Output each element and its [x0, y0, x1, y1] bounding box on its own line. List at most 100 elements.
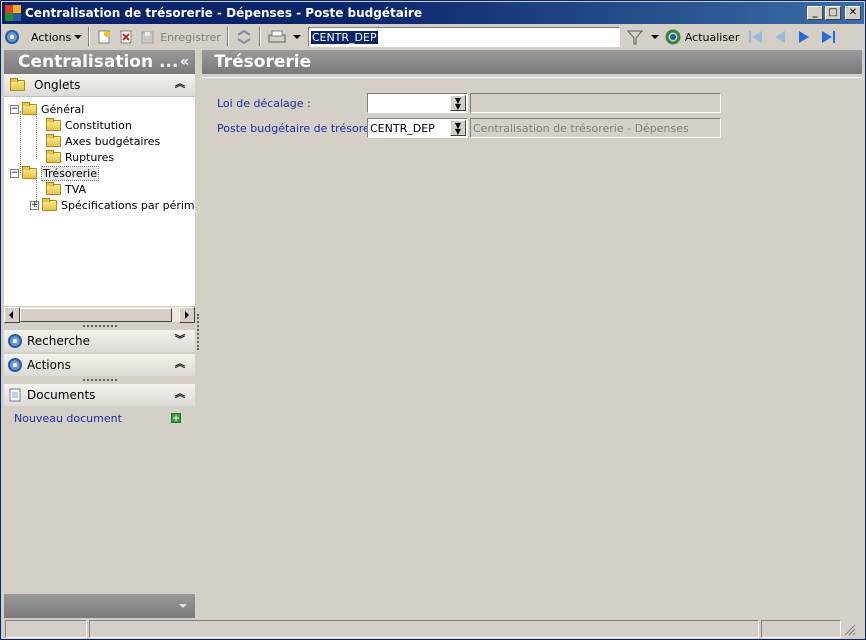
resize-grip[interactable] — [841, 619, 859, 637]
actions-menu-label: Actions — [31, 30, 72, 44]
add-document-icon[interactable]: + — [171, 413, 181, 424]
tree-horizontal-scrollbar[interactable] — [4, 306, 195, 323]
onglets-label: Onglets — [34, 78, 81, 92]
print-button[interactable] — [264, 26, 304, 48]
status-cell — [5, 620, 87, 638]
open-folder-icon — [22, 165, 37, 179]
tree-node-axes-budgetaires[interactable]: Axes budgétaires — [46, 133, 160, 149]
document-icon — [9, 388, 21, 402]
poste-budgetaire-label: Poste budgétaire de trésorerie : — [217, 121, 392, 135]
scroll-thumb[interactable] — [20, 307, 172, 322]
tree-node-label: Général — [41, 102, 85, 116]
collapse-panel-button[interactable]: « — [180, 54, 189, 70]
splitter-grip[interactable] — [4, 322, 195, 330]
app-logo-icon — [5, 5, 21, 21]
tree-node-label: Trésorerie — [41, 165, 100, 181]
documents-section-header[interactable]: Documents ︽ — [4, 384, 195, 406]
delete-button[interactable] — [115, 26, 137, 48]
poste-budgetaire-description-text: Centralisation de trésorerie - Dépenses — [473, 121, 689, 135]
resize-grip-icon — [844, 624, 856, 636]
search-input[interactable]: CENTR_DEP — [307, 27, 620, 47]
folder-icon — [22, 101, 37, 115]
splitter-grip[interactable] — [4, 376, 195, 384]
refresh-label: Actualiser — [684, 30, 740, 44]
folder-icon — [46, 149, 61, 163]
loi-decalage-row: Loi de décalage : ▼ ▼ — [217, 93, 721, 113]
save-button[interactable]: Enregistrer — [137, 26, 224, 48]
chevron-double-down-icon: ▼ ▼ — [454, 121, 462, 136]
left-panel-title: Centralisation ... — [18, 52, 179, 72]
tree-node-specifications[interactable]: + Spécifications par périmètre — [30, 197, 195, 213]
expand-node-icon[interactable]: + — [30, 200, 39, 210]
scroll-left-button[interactable] — [4, 306, 20, 323]
left-panel-header: Centralisation ... « — [4, 50, 195, 74]
poste-budgetaire-description: Centralisation de trésorerie - Dépenses — [470, 118, 721, 138]
next-record-button[interactable] — [792, 26, 816, 48]
collapse-node-icon[interactable]: − — [10, 104, 19, 114]
left-panel-footer — [4, 594, 195, 618]
last-icon — [822, 31, 836, 43]
actions-panel-icon — [8, 358, 22, 372]
nav-circle-button[interactable] — [2, 26, 22, 48]
title-bar: Centralisation de trésorerie - Dépenses … — [2, 2, 864, 24]
window-title: Centralisation de trésorerie - Dépenses … — [25, 6, 422, 20]
dropdown-button[interactable]: ▼ ▼ — [450, 120, 466, 136]
tree-node-general[interactable]: − Général — [10, 101, 84, 117]
dropdown-button[interactable]: ▼ ▼ — [450, 95, 466, 111]
previous-record-button[interactable] — [768, 26, 792, 48]
search-panel-icon — [8, 334, 22, 348]
save-icon — [141, 31, 154, 44]
tree-node-label: Constitution — [65, 118, 132, 132]
arrow-right-icon — [185, 310, 189, 319]
last-record-button[interactable] — [816, 26, 840, 48]
print-icon — [268, 30, 286, 43]
delete-icon — [120, 30, 132, 44]
vertical-splitter-grip[interactable] — [197, 314, 199, 350]
tree-node-tresorerie[interactable]: − Trésorerie — [10, 165, 100, 181]
loi-decalage-select[interactable]: ▼ ▼ — [367, 93, 468, 113]
chevron-double-up-icon[interactable]: ︽ — [175, 80, 185, 90]
onglets-section-header[interactable]: Onglets ︽ — [4, 74, 195, 96]
status-cell — [89, 620, 759, 638]
tab-tree: − Général Constitution Axes budgétaires … — [4, 96, 195, 306]
minimize-button[interactable]: _ — [807, 6, 823, 20]
sync-icon — [237, 29, 251, 45]
first-record-button[interactable] — [744, 26, 768, 48]
left-panel: Centralisation ... « Onglets ︽ − Général… — [4, 50, 195, 618]
nav-circle-icon — [5, 30, 19, 44]
chevron-down-icon[interactable] — [179, 604, 187, 608]
tree-node-constitution[interactable]: Constitution — [46, 117, 132, 133]
main-header: Trésorerie — [202, 50, 862, 74]
tree-guide-line — [20, 111, 21, 175]
divider — [202, 77, 862, 78]
sync-button[interactable] — [232, 26, 256, 48]
poste-budgetaire-row: Poste budgétaire de trésorerie : CENTR_D… — [217, 118, 721, 138]
scroll-right-button[interactable] — [179, 306, 195, 323]
folder-icon — [42, 197, 57, 211]
tree-node-tva[interactable]: TVA — [46, 181, 86, 197]
chevron-double-up-icon[interactable]: ︽ — [175, 360, 185, 370]
poste-budgetaire-select[interactable]: CENTR_DEP ▼ ▼ — [367, 118, 468, 138]
new-document-button[interactable] — [93, 26, 115, 48]
close-button[interactable]: ✕ — [845, 6, 861, 20]
actions-menu-button[interactable]: Actions — [28, 26, 85, 48]
new-document-link[interactable]: Nouveau document — [14, 412, 122, 425]
chevron-double-down-icon[interactable]: ︾ — [175, 336, 185, 346]
loi-decalage-label: Loi de décalage : — [217, 96, 311, 110]
arrow-left-icon — [9, 310, 13, 319]
recherche-section-header[interactable]: Recherche ︾ — [4, 330, 195, 352]
toolbar-separator — [226, 27, 229, 47]
filter-button[interactable] — [624, 26, 662, 48]
search-input-value: CENTR_DEP — [310, 30, 378, 44]
chevron-double-up-icon[interactable]: ︽ — [175, 390, 185, 400]
refresh-button[interactable]: Actualiser — [662, 26, 743, 48]
chevron-double-down-icon: ▼ ▼ — [454, 96, 462, 111]
status-cell — [761, 620, 841, 638]
maximize-button[interactable]: □ — [825, 6, 841, 20]
tree-node-ruptures[interactable]: Ruptures — [46, 149, 114, 165]
actions-section-header[interactable]: Actions ︽ — [4, 354, 195, 376]
tree-node-label: Spécifications par périmètre — [61, 198, 195, 212]
previous-icon — [775, 31, 786, 43]
toolbar-separator — [88, 27, 91, 47]
collapse-node-icon[interactable]: − — [10, 168, 19, 178]
